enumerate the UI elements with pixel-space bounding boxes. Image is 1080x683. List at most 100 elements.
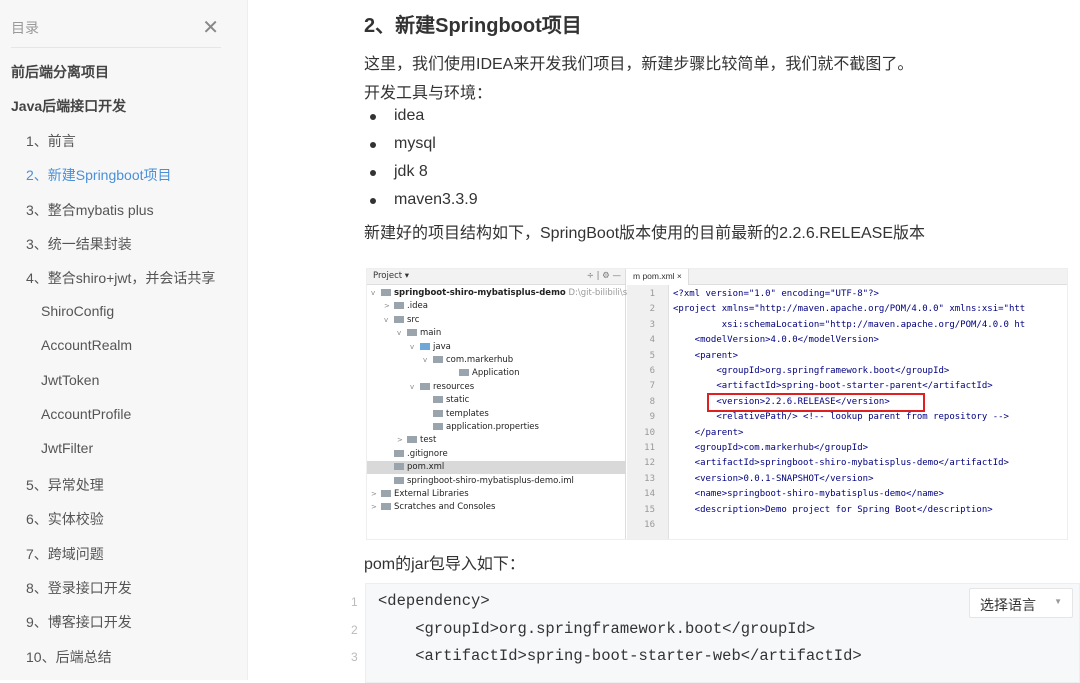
tree-node[interactable]: templates [367,408,626,421]
toc-item[interactable]: JwtFilter [41,440,93,456]
xml-code: <name>springboot-shiro-mybatisplus-demo<… [673,489,944,500]
line-number: 2 [351,622,358,637]
toc-item[interactable]: 前后端分离项目 [11,62,109,82]
tree-node[interactable]: > test [367,434,626,447]
tree-node-label: .gitignore [407,448,448,459]
language-select[interactable]: 选择语言 ▼ [969,588,1073,618]
toc-item[interactable]: 5、异常处理 [26,475,104,495]
tree-node[interactable]: v src [367,314,626,327]
tree-node[interactable]: .gitignore [367,448,626,461]
env-item: jdk 8 [370,163,428,180]
chevron-icon[interactable]: v [384,314,394,327]
env-item: maven3.3.9 [370,191,478,208]
folder-icon [459,369,469,377]
toc-item[interactable]: 1、前言 [26,131,76,151]
toc-item[interactable]: ShiroConfig [41,303,114,319]
chevron-icon[interactable]: > [371,488,381,501]
line-number: 10 [644,427,655,438]
line-number: 16 [644,520,655,530]
folder-icon [381,289,391,296]
line-number: 15 [644,504,655,515]
tree-node-label: springboot-shiro-mybatisplus-demo [394,288,566,298]
tree-node[interactable]: springboot-shiro-mybatisplus-demo.iml [367,475,626,488]
xml-line: 10 </parent> [627,426,1067,441]
xml-code: <groupId>com.markerhub</groupId> [673,443,869,453]
chevron-icon[interactable]: v [423,354,433,367]
tree-node[interactable]: v java [367,341,626,354]
toc-item[interactable]: AccountRealm [41,337,132,353]
toc-item[interactable]: 9、博客接口开发 [26,612,132,632]
tree-node-label: External Libraries [394,489,469,499]
highlight-box [707,393,925,412]
tree-node-label: springboot-shiro-mybatisplus-demo.iml [407,475,574,486]
tree-node[interactable]: application.properties [367,421,626,434]
line-number: 6 [649,366,655,376]
tree-node[interactable]: v main [367,327,626,340]
xml-code: <parent> [673,350,739,361]
toc-item[interactable]: 4、整合shiro+jwt，并会话共享 [26,268,215,288]
tree-node[interactable]: > External Libraries [367,488,626,501]
chevron-icon[interactable]: > [384,300,394,313]
toc-item[interactable]: 6、实体校验 [26,509,104,529]
toc-item[interactable]: 3、统一结果封装 [26,234,132,254]
chevron-icon[interactable]: v [397,327,407,340]
toc-item[interactable]: Java后端接口开发 [11,96,126,116]
project-toolbar: Project ▾ ÷ | ⚙ — [367,269,625,285]
line-number: 3 [351,650,358,664]
xml-line: 5 <parent> [627,349,1067,364]
folder-icon [420,342,430,350]
env-item: idea [369,107,425,124]
tree-node[interactable]: Application [367,367,626,380]
chevron-icon[interactable]: v [410,341,420,354]
tree-node-label: pom.xml [407,462,445,473]
line-number: 8 [649,396,655,407]
chevron-icon[interactable]: > [371,501,381,514]
pom-text: pom的jar包导入如下： [364,556,525,573]
toc-item[interactable]: 3、整合mybatis plus [26,200,154,220]
language-select-label: 选择语言 [980,597,1036,613]
xml-code: <version>0.0.1-SNAPSHOT</version> [673,473,874,484]
line-number: 3 [649,319,655,330]
tree-node[interactable]: v com.markerhub [367,354,626,367]
xml-line: 14 <name>springboot-shiro-mybatisplus-de… [627,487,1067,502]
xml-line: 12 <artifactId>springboot-shiro-mybatisp… [627,456,1067,471]
tree-node-label: java [433,341,451,352]
tree-node-label: .idea [407,301,428,312]
tree-node[interactable]: > Scratches and Consoles [367,501,626,514]
tree-node-label: main [420,328,442,339]
line-number: 14 [644,489,655,500]
line-number: 1 [351,595,358,609]
line-number: 11 [644,443,655,453]
xml-line: 13 <version>0.0.1-SNAPSHOT</version> [627,472,1067,487]
tree-node[interactable]: pom.xml [367,461,626,475]
line-number: 1 [649,289,655,299]
tree-node-label: templates [446,408,489,419]
tree-node[interactable]: > .idea [367,300,626,313]
code-line: <artifactId>spring-boot-starter-web</art… [378,647,862,665]
folder-icon [394,463,404,471]
tree-node-label: Application [472,368,520,379]
caret-down-icon: ▼ [1054,597,1062,606]
toc-item[interactable]: JwtToken [41,372,99,388]
structure-text: 新建好的项目结构如下，SpringBoot版本使用的目前最新的2.2.6.REL… [364,225,926,242]
xml-code: <?xml version="1.0" encoding="UTF-8"?> [673,289,879,299]
toc-item[interactable]: 8、登录接口开发 [26,578,132,598]
tree-node[interactable]: static [367,394,626,407]
chevron-icon[interactable]: v [371,287,381,300]
toolbar-icons: ÷ | ⚙ — [586,271,621,281]
close-icon[interactable]: ✕ [202,15,219,40]
tree-node-label: test [420,435,437,446]
toc-item[interactable]: 7、跨域问题 [26,544,104,564]
chevron-icon[interactable]: > [397,434,407,447]
folder-icon [394,476,404,484]
toc-item[interactable]: AccountProfile [41,406,131,422]
toc-item[interactable]: 2、新建Springboot项目 [26,165,172,185]
toc-item[interactable]: 10、后端总结 [26,647,112,667]
chevron-icon[interactable]: v [410,381,420,394]
xml-line: 2 <project xmlns="http://maven.apache.org… [627,302,1067,317]
folder-icon [381,490,391,497]
tree-node-label: com.markerhub [446,355,514,365]
tree-node[interactable]: v springboot-shiro-mybatisplus-demo D:\gi… [367,287,649,300]
line-number: 2 [649,304,655,315]
tree-node[interactable]: v resources [367,381,626,394]
